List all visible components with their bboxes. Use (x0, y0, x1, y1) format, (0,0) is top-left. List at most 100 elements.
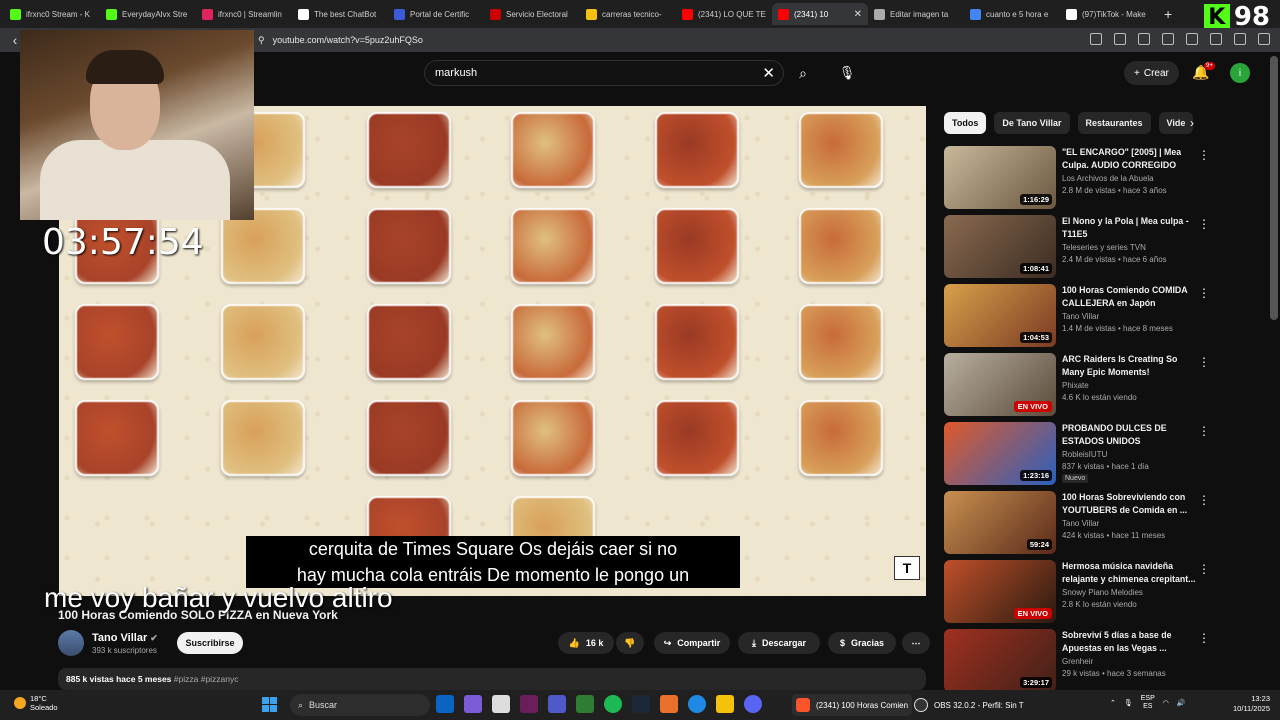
browser-tab[interactable]: Portal de Certific (388, 3, 484, 25)
more-options-icon[interactable]: ⋮ (1198, 493, 1210, 507)
url-text: youtube.com/watch?v=5puz2uhFQSo (272, 35, 423, 45)
create-button[interactable]: + Crear (1124, 61, 1179, 85)
browser-tab[interactable]: The best ChatBot (292, 3, 388, 25)
channel-watermark[interactable]: T (894, 556, 920, 580)
more-options-icon[interactable]: ⋮ (1198, 286, 1210, 300)
hashtags[interactable]: #pizza #pizzanyc (174, 674, 239, 684)
copilot-icon[interactable] (464, 695, 482, 713)
media-icon[interactable] (1138, 33, 1150, 45)
channel-avatar[interactable] (58, 630, 84, 656)
recommendation-item[interactable]: 1:23:16 PROBANDO DULCES DE ESTADOS UNIDOS… (944, 422, 1264, 486)
channel-name[interactable]: Tano Villar ✔ (92, 632, 158, 644)
more-actions-button[interactable]: ⋯ (902, 632, 930, 654)
recommendation-thumbnail[interactable]: 1:23:16 (944, 422, 1056, 485)
search-input[interactable]: markush ✕ (424, 60, 784, 86)
browser-tab[interactable]: ifrxnc0 | Streamlin (196, 3, 292, 25)
recommendation-thumbnail[interactable]: EN VIVO (944, 353, 1056, 416)
recommendation-thumbnail[interactable]: 1:08:41 (944, 215, 1056, 278)
app-icon-orange[interactable] (660, 695, 678, 713)
more-options-icon[interactable]: ⋮ (1198, 424, 1210, 438)
browser-tab[interactable]: ifrxnc0 Stream - K (4, 3, 100, 25)
recommendation-item[interactable]: 59:24 100 Horas Sobreviviendo con YOUTUBE… (944, 491, 1264, 555)
tray-chevron-icon[interactable]: ⌃ (1110, 699, 1116, 707)
app-icon[interactable] (520, 695, 538, 713)
menu-icon[interactable] (1258, 33, 1270, 45)
url-field[interactable]: ⚲ youtube.com/watch?v=5puz2uhFQSo (258, 32, 423, 48)
filter-chip[interactable]: Vide (1158, 112, 1194, 134)
browser-tab[interactable]: carreras tecnico- (580, 3, 676, 25)
spotify-icon[interactable] (604, 695, 622, 713)
browser-tab[interactable]: (2341) 10 ✕ (772, 3, 868, 25)
profile-icon[interactable] (1234, 33, 1246, 45)
more-options-icon[interactable]: ⋮ (1198, 148, 1210, 162)
close-tab-icon[interactable]: ✕ (854, 9, 862, 20)
recommendation-thumbnail[interactable]: 1:16:29 (944, 146, 1056, 209)
task-label-2: OBS 32.0.2 - Perfil: Sin T (934, 700, 1024, 710)
nvidia-icon[interactable] (576, 695, 594, 713)
more-options-icon[interactable]: ⋮ (1198, 631, 1210, 645)
download-icon[interactable] (1210, 33, 1222, 45)
more-options-icon[interactable]: ⋮ (1198, 562, 1210, 576)
taskbar-search-label: Buscar (309, 700, 338, 710)
taskbar-brave-window[interactable]: (2341) 100 Horas Comien (792, 694, 913, 716)
file-explorer-icon[interactable] (716, 695, 734, 713)
dislike-button[interactable]: 👎 (616, 632, 644, 654)
weather-widget[interactable]: 18°C Soleado (14, 694, 58, 712)
browser-tab[interactable]: Editar imagen ta (868, 3, 964, 25)
share-button[interactable]: ↪ Compartir (654, 632, 730, 654)
sidebar-icon[interactable] (1162, 33, 1174, 45)
site-info-icon[interactable]: ⚲ (258, 35, 265, 46)
video-description[interactable]: 885 k vistas hace 5 meses #pizza #pizzan… (58, 668, 926, 690)
more-options-icon[interactable]: ⋮ (1198, 355, 1210, 369)
calculator-icon[interactable] (492, 695, 510, 713)
page-scrollbar[interactable] (1270, 56, 1278, 320)
like-button[interactable]: 👍 16 k (558, 632, 614, 654)
language-indicator[interactable]: ESP ES (1141, 695, 1155, 711)
outlook-icon[interactable] (436, 695, 454, 713)
recommendation-item[interactable]: 1:04:53 100 Horas Comiendo COMIDA CALLEJE… (944, 284, 1264, 348)
browser-tab[interactable]: Servicio Electoral (484, 3, 580, 25)
tray-mic-icon[interactable]: 🎙 (1124, 699, 1133, 707)
recommendation-meta: 2.4 M de vistas • hace 6 años (1062, 255, 1167, 264)
steam-icon[interactable] (632, 695, 650, 713)
edge-icon[interactable] (688, 695, 706, 713)
volume-icon[interactable]: 🔊 (1177, 699, 1186, 707)
download-button[interactable]: ⤓ Descargar (738, 632, 820, 654)
pizza-thumbnail (75, 304, 159, 380)
new-tab-button[interactable]: + (1156, 6, 1180, 22)
browser-tab[interactable]: (2341) LO QUE TE (676, 3, 772, 25)
recommendation-item[interactable]: 1:08:41 El Nono y la Pola | Mea culpa - T… (944, 215, 1264, 279)
filter-chip[interactable]: De Tano Villar (994, 112, 1070, 134)
filter-chip[interactable]: Restaurantes (1077, 112, 1151, 134)
discord-icon[interactable] (744, 695, 762, 713)
more-options-icon[interactable]: ⋮ (1198, 217, 1210, 231)
wifi-icon[interactable]: ◠ (1163, 699, 1169, 707)
extensions-icon[interactable] (1090, 33, 1102, 45)
recommendation-thumbnail[interactable]: 1:04:53 (944, 284, 1056, 347)
account-avatar[interactable]: i (1230, 63, 1250, 83)
recommendation-thumbnail[interactable]: EN VIVO (944, 560, 1056, 623)
recommendation-item[interactable]: 1:16:29 "EL ENCARGO" [2005] | Mea Culpa. … (944, 146, 1264, 210)
wallet-icon[interactable] (1186, 33, 1198, 45)
subscribe-button[interactable]: Suscribirse (177, 632, 243, 654)
browser-tab[interactable]: EverydayAlvx Stre (100, 3, 196, 25)
taskbar-clock[interactable]: 13:23 10/11/2025 (1214, 694, 1270, 714)
browser-tab[interactable]: cuanto e 5 hora e (964, 3, 1060, 25)
windows-start-icon[interactable] (262, 697, 277, 712)
thanks-button[interactable]: $ Gracias (828, 632, 896, 654)
chevron-right-icon[interactable]: › (1190, 116, 1194, 130)
taskbar-search[interactable]: ⌕ Buscar (290, 694, 430, 716)
recommendation-thumbnail[interactable]: 59:24 (944, 491, 1056, 554)
search-icon[interactable]: ⌕ (790, 60, 816, 86)
teams-icon[interactable] (548, 695, 566, 713)
filter-chip[interactable]: Todos (944, 112, 987, 134)
taskbar-obs-window[interactable]: OBS 32.0.2 - Perfil: Sin T (910, 694, 1028, 716)
recommendation-thumbnail[interactable]: 3:29:17 (944, 629, 1056, 692)
microphone-icon[interactable]: 🎙 (834, 60, 860, 86)
recommendation-item[interactable]: EN VIVO Hermosa música navideña relajante… (944, 560, 1264, 624)
screenshot-icon[interactable] (1114, 33, 1126, 45)
recommendation-item[interactable]: EN VIVO ARC Raiders Is Creating So Many E… (944, 353, 1264, 417)
browser-tab[interactable]: (97)TikTok - Make (1060, 3, 1156, 25)
clear-search-icon[interactable]: ✕ (762, 64, 775, 82)
recommendation-item[interactable]: 3:29:17 Sobreviví 5 días a base de Apuest… (944, 629, 1264, 693)
